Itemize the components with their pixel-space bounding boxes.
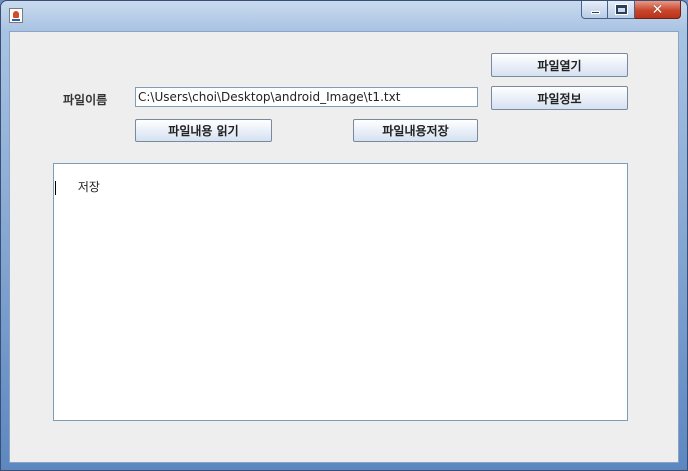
maximize-icon: [615, 4, 628, 15]
maximize-button[interactable]: [608, 1, 635, 19]
file-info-button[interactable]: 파일정보: [491, 86, 628, 110]
read-file-content-button[interactable]: 파일내용 읽기: [135, 119, 272, 142]
filename-input[interactable]: [135, 87, 478, 107]
java-coffee-cup-icon[interactable]: [9, 8, 23, 23]
text-caret: [55, 181, 56, 195]
application-window: ✕ 파일열기 파일이름 파일정보 파일내용 읽기 파일내용저장 저장: [0, 0, 688, 471]
content-panel: 파일열기 파일이름 파일정보 파일내용 읽기 파일내용저장 저장: [9, 31, 679, 463]
close-icon: ✕: [651, 2, 664, 18]
editor-text: 저장: [77, 180, 100, 194]
filename-label: 파일이름: [63, 93, 108, 107]
open-file-button[interactable]: 파일열기: [491, 53, 628, 77]
minimize-button[interactable]: [581, 1, 608, 19]
file-content-textarea[interactable]: 저장: [53, 163, 628, 421]
close-button[interactable]: ✕: [635, 1, 681, 19]
window-controls: ✕: [581, 1, 681, 21]
save-file-content-button[interactable]: 파일내용저장: [353, 119, 478, 142]
title-bar[interactable]: ✕: [1, 1, 687, 31]
minimize-icon: [591, 11, 600, 14]
